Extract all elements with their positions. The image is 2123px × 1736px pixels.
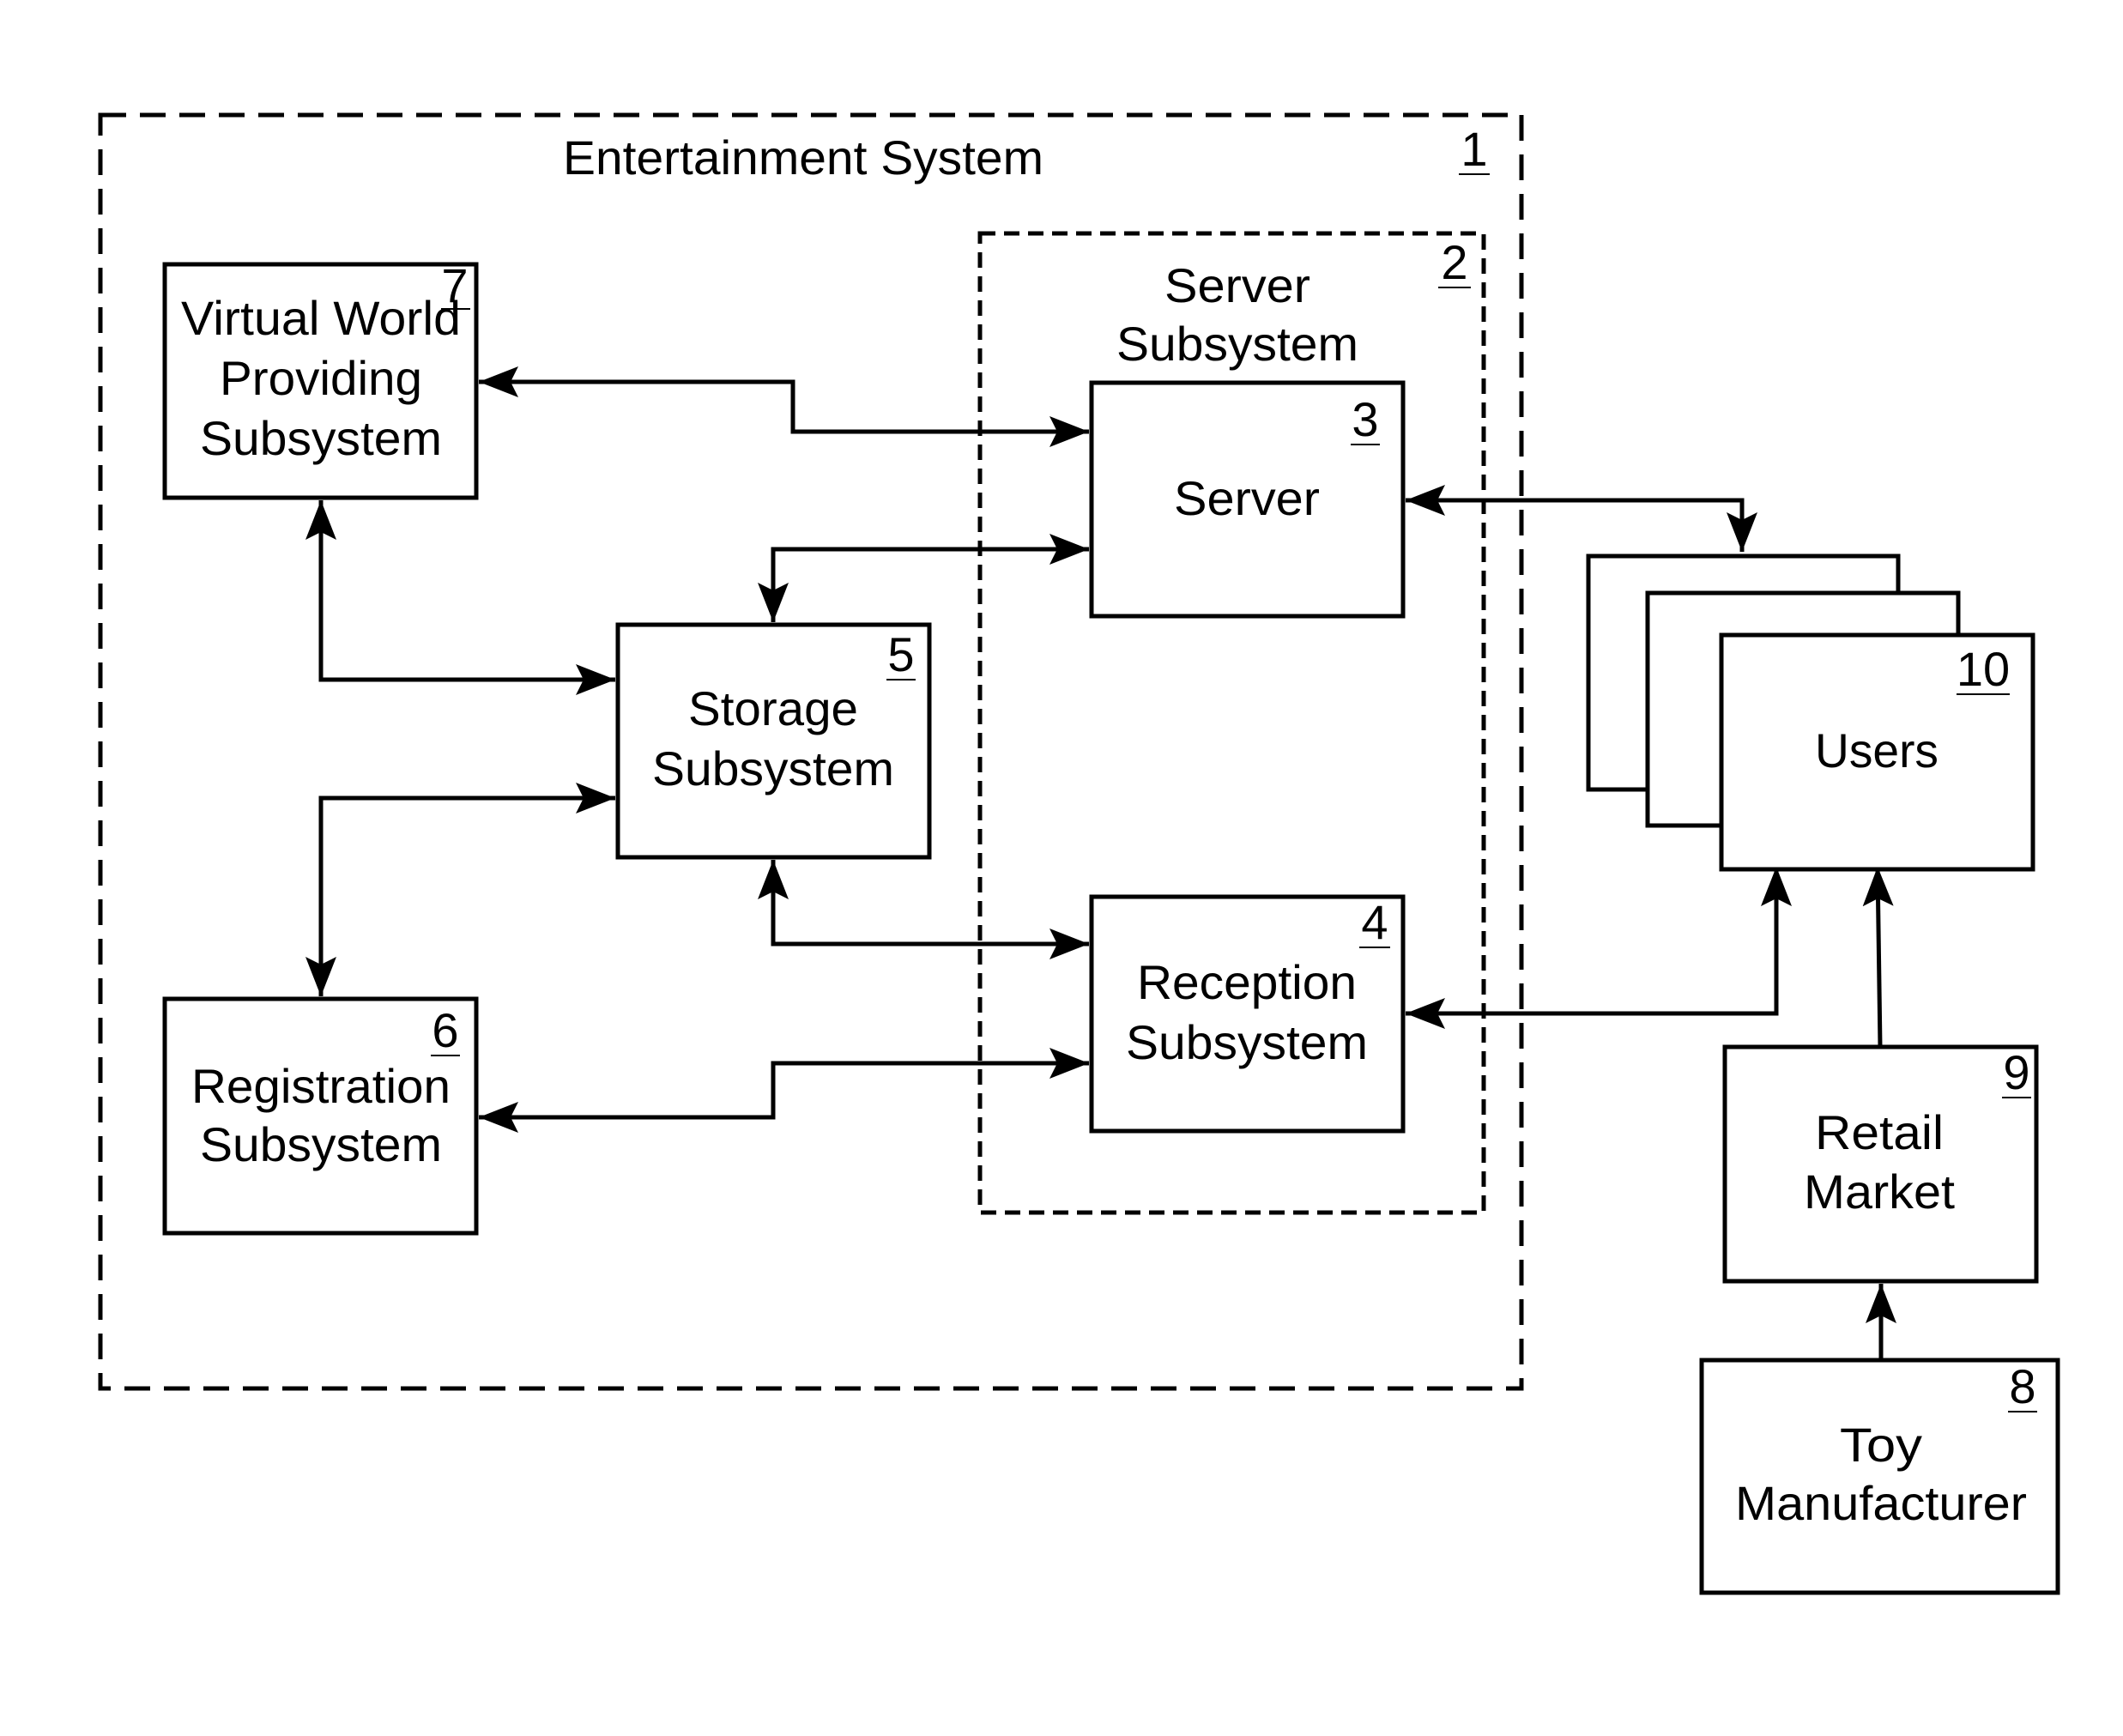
connector-server-users <box>1406 485 1757 552</box>
node-label-line-1: Toy <box>1840 1418 1922 1472</box>
svg-text:2: 2 <box>1441 235 1467 289</box>
node-users[interactable]: 10 Users <box>1586 553 2035 872</box>
connector-retail-users <box>1862 866 1894 1048</box>
ref-number-9: 9 <box>2003 1045 2029 1099</box>
ref-number-2: 2 <box>1438 235 1471 289</box>
node-label-line-1: Virtual World <box>181 291 461 345</box>
ref-number-6: 6 <box>432 1003 458 1057</box>
ref-number-5: 5 <box>887 627 914 681</box>
node-label-line-2: Market <box>1804 1164 1955 1219</box>
entertainment-system-diagram: Entertainment System 1 Server Subsystem … <box>98 112 2060 1595</box>
node-label-line-2: Subsystem <box>652 741 894 795</box>
entertainment-system-title: Entertainment System <box>563 130 1043 184</box>
node-server[interactable]: 3 Server <box>1089 380 1406 619</box>
node-registration-subsystem[interactable]: 6 Registration Subsystem <box>162 996 479 1236</box>
node-label-line-1: Reception <box>1137 955 1357 1009</box>
server-subsystem-title-line-2: Subsystem <box>1116 317 1358 371</box>
node-label-line-2: Subsystem <box>1126 1015 1368 1069</box>
node-label-line-2: Subsystem <box>200 1117 442 1171</box>
connector-storage-server <box>758 534 1089 622</box>
node-label-line-3: Subsystem <box>200 411 442 465</box>
node-box <box>162 996 479 1236</box>
node-label-line-1: Retail <box>1815 1105 1944 1159</box>
svg-text:1: 1 <box>1461 122 1487 176</box>
connector-registration-storage <box>305 783 615 996</box>
node-label-line-1: Users <box>1815 723 1939 777</box>
connector-virtual-world-server <box>479 366 1089 447</box>
node-reception-subsystem[interactable]: 4 Reception Subsystem <box>1089 894 1406 1134</box>
server-subsystem-title-line-1: Server <box>1164 258 1310 312</box>
connector-registration-reception <box>479 1048 1089 1133</box>
ref-number-10: 10 <box>1957 642 2010 696</box>
node-label-line-1: Storage <box>688 681 858 735</box>
node-virtual-world-providing-subsystem[interactable]: 7 Virtual World Providing Subsystem <box>162 258 479 500</box>
ref-number-3: 3 <box>1352 392 1378 446</box>
node-label-line-2: Manufacturer <box>1735 1476 2027 1530</box>
connector-reception-users <box>1406 867 1792 1029</box>
node-retail-market[interactable]: 9 Retail Market <box>1722 1044 2039 1284</box>
node-toy-manufacturer[interactable]: 8 Toy Manufacturer <box>1699 1358 2060 1595</box>
ref-number-1: 1 <box>1459 122 1490 176</box>
node-label-line-1: Server <box>1174 471 1320 525</box>
connector-storage-reception <box>758 860 1089 959</box>
node-label-line-2: Providing <box>220 351 422 405</box>
node-label-line-1: Registration <box>191 1059 451 1113</box>
ref-number-4: 4 <box>1361 895 1388 949</box>
connector-virtual-world-storage <box>305 500 615 695</box>
node-box <box>1089 894 1406 1134</box>
node-storage-subsystem[interactable]: 5 Storage Subsystem <box>615 622 932 860</box>
ref-number-8: 8 <box>2009 1359 2035 1413</box>
